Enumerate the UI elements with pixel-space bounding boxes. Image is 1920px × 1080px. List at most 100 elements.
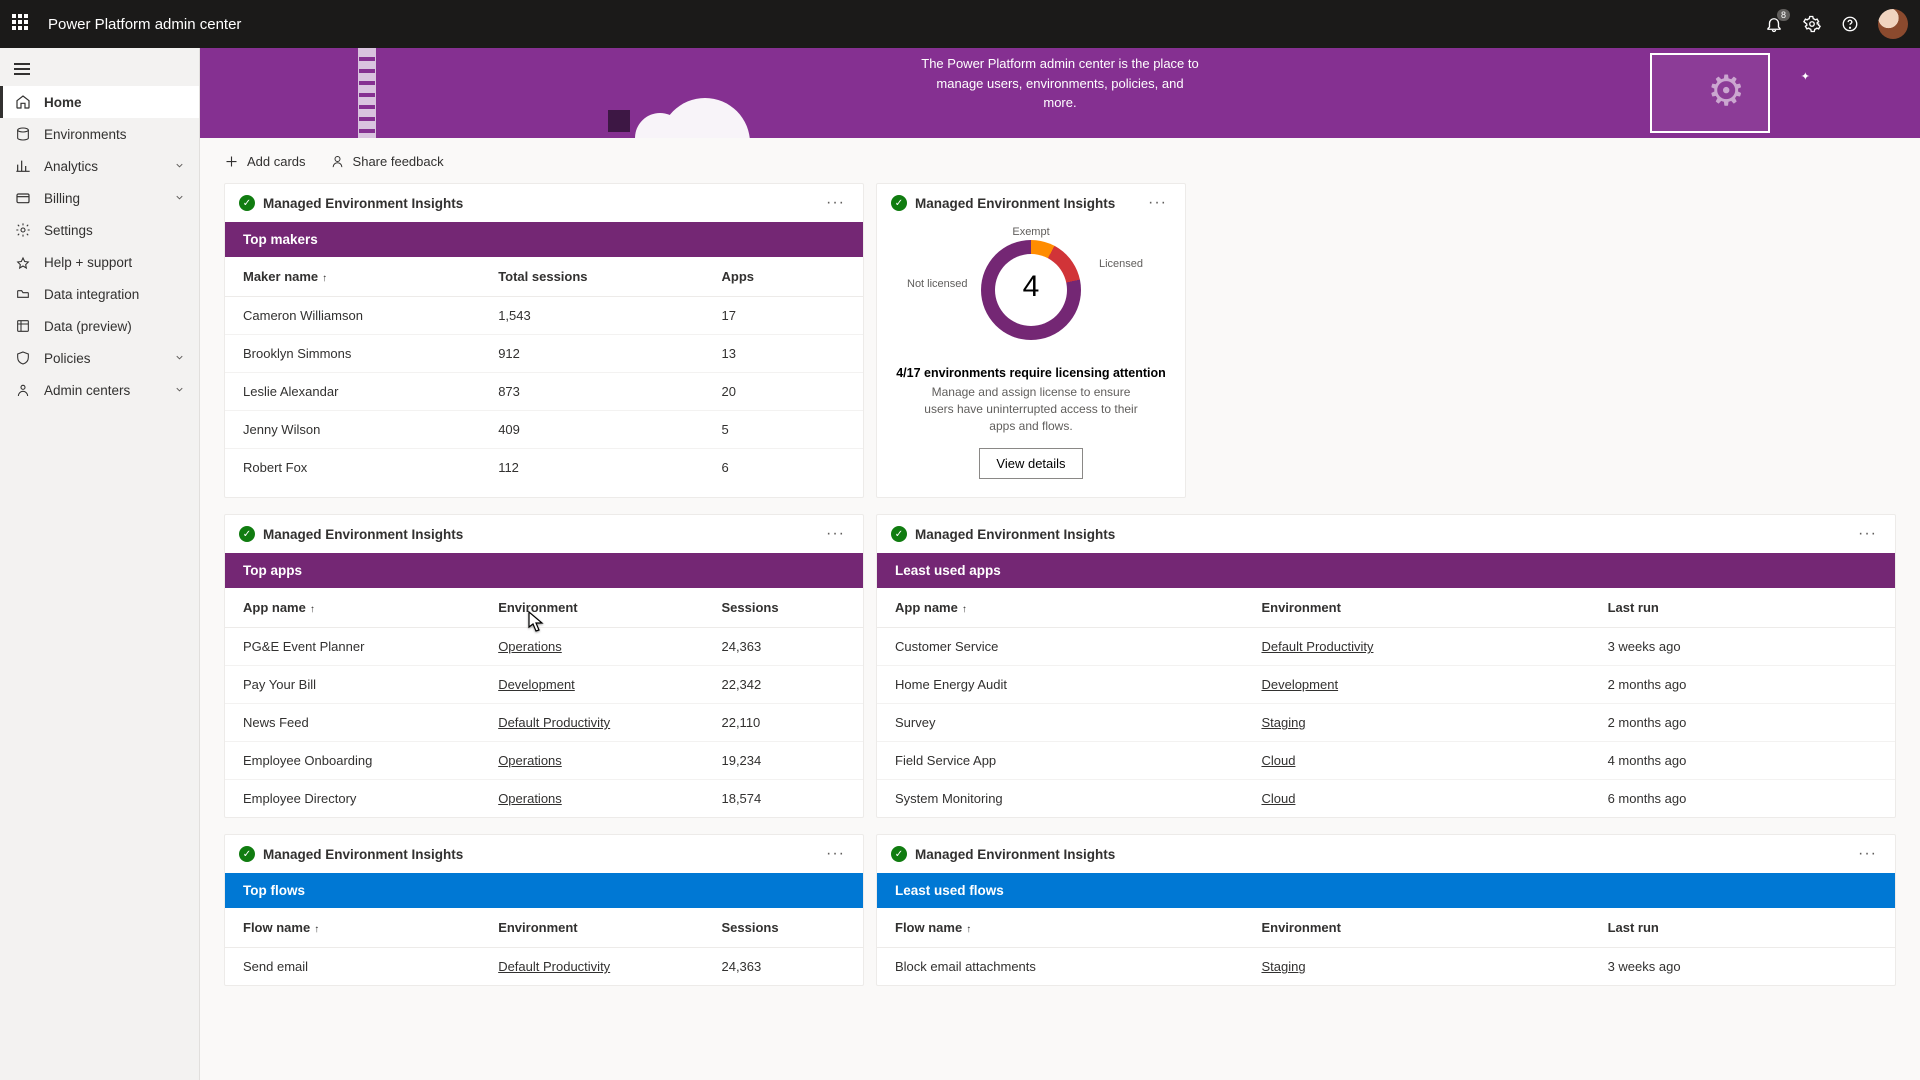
add-cards-button[interactable]: Add cards (224, 154, 306, 169)
share-feedback-button[interactable]: Share feedback (330, 154, 444, 169)
table-row[interactable]: PG&E Event PlannerOperations24,363 (225, 628, 863, 666)
help-icon[interactable] (1840, 14, 1860, 34)
card-more-icon[interactable]: ··· (1144, 194, 1171, 212)
donut-center-number: 4 (1023, 270, 1040, 304)
nav-admin-centers[interactable]: Admin centers (0, 374, 199, 406)
col-sessions[interactable]: Sessions (703, 588, 863, 628)
table-row[interactable]: Pay Your BillDevelopment22,342 (225, 666, 863, 704)
table-cell: Home Energy Audit (877, 666, 1243, 704)
label-licensed: Licensed (1099, 258, 1143, 270)
col-environment[interactable]: Environment (480, 908, 703, 948)
settings-icon[interactable] (1802, 14, 1822, 34)
table-cell: Robert Fox (225, 449, 480, 487)
env-link[interactable]: Development (1261, 677, 1338, 692)
col-app-name[interactable]: App name↑ (877, 588, 1243, 628)
table-cell: System Monitoring (877, 780, 1243, 818)
col-last-run[interactable]: Last run (1590, 908, 1895, 948)
env-link[interactable]: Default Productivity (498, 959, 610, 974)
col-last-run[interactable]: Last run (1590, 588, 1895, 628)
env-link[interactable]: Operations (498, 639, 562, 654)
table-row[interactable]: Employee OnboardingOperations19,234 (225, 742, 863, 780)
col-flow-name[interactable]: Flow name↑ (225, 908, 480, 948)
col-maker-name[interactable]: Maker name↑ (225, 257, 480, 297)
share-feedback-label: Share feedback (353, 154, 444, 169)
nav-environments[interactable]: Environments (0, 118, 199, 150)
table-row[interactable]: Send emailDefault Productivity24,363 (225, 948, 863, 986)
col-sessions[interactable]: Sessions (703, 908, 863, 948)
least-apps-body: Customer ServiceDefault Productivity3 we… (877, 628, 1895, 818)
chevron-down-icon (174, 159, 185, 174)
nav-billing[interactable]: Billing (0, 182, 199, 214)
env-link[interactable]: Staging (1261, 959, 1305, 974)
table-row[interactable]: Robert Fox1126 (225, 449, 863, 487)
app-title: Power Platform admin center (48, 16, 241, 33)
table-row[interactable]: Leslie Alexandar87320 (225, 373, 863, 411)
env-link[interactable]: Development (498, 677, 575, 692)
col-flow-name[interactable]: Flow name↑ (877, 908, 1243, 948)
env-link[interactable]: Cloud (1261, 791, 1295, 806)
table-row[interactable]: Jenny Wilson4095 (225, 411, 863, 449)
check-icon: ✓ (891, 526, 907, 542)
table-row[interactable]: Customer ServiceDefault Productivity3 we… (877, 628, 1895, 666)
label-not-licensed: Not licensed (907, 278, 968, 290)
view-details-button[interactable]: View details (979, 448, 1082, 479)
col-environment[interactable]: Environment (1243, 908, 1589, 948)
sidebar-toggle[interactable] (0, 52, 199, 86)
col-environment[interactable]: Environment (480, 588, 703, 628)
col-total-sessions[interactable]: Total sessions (480, 257, 703, 297)
env-link[interactable]: Staging (1261, 715, 1305, 730)
table-cell: Development (480, 666, 703, 704)
nav-label: Billing (44, 191, 80, 206)
top-flows-band: Top flows (225, 873, 863, 908)
col-app-name[interactable]: App name↑ (225, 588, 480, 628)
table-cell: Default Productivity (480, 704, 703, 742)
nav-settings[interactable]: Settings (0, 214, 199, 246)
nav-data-integration[interactable]: Data integration (0, 278, 199, 310)
table-cell: 20 (703, 373, 863, 411)
env-link[interactable]: Default Productivity (1261, 639, 1373, 654)
col-apps[interactable]: Apps (703, 257, 863, 297)
top-makers-table: Maker name↑ Total sessions Apps Cameron … (225, 257, 863, 486)
nav-label: Settings (44, 223, 93, 238)
table-cell: 112 (480, 449, 703, 487)
data-preview-icon (14, 318, 32, 334)
user-avatar[interactable] (1878, 9, 1908, 39)
card-more-icon[interactable]: ··· (1854, 525, 1881, 543)
table-cell: Cloud (1243, 780, 1589, 818)
card-more-icon[interactable]: ··· (1854, 845, 1881, 863)
notifications-icon[interactable]: 8 (1764, 14, 1784, 34)
table-row[interactable]: System MonitoringCloud6 months ago (877, 780, 1895, 818)
table-cell: Employee Onboarding (225, 742, 480, 780)
hero-banner: The Power Platform admin center is the p… (200, 48, 1920, 138)
nav-home[interactable]: Home (0, 86, 199, 118)
app-launcher-icon[interactable] (12, 14, 32, 34)
env-link[interactable]: Operations (498, 791, 562, 806)
col-environment[interactable]: Environment (1243, 588, 1589, 628)
table-row[interactable]: Cameron Williamson1,54317 (225, 297, 863, 335)
table-row[interactable]: Brooklyn Simmons91213 (225, 335, 863, 373)
table-row[interactable]: SurveyStaging2 months ago (877, 704, 1895, 742)
billing-icon (14, 190, 32, 206)
card-title: Managed Environment Insights (915, 527, 1846, 542)
table-row[interactable]: News FeedDefault Productivity22,110 (225, 704, 863, 742)
table-cell: Customer Service (877, 628, 1243, 666)
nav-help[interactable]: Help + support (0, 246, 199, 278)
nav-analytics[interactable]: Analytics (0, 150, 199, 182)
table-cell: Operations (480, 742, 703, 780)
top-makers-band: Top makers (225, 222, 863, 257)
table-row[interactable]: Block email attachmentsStaging3 weeks ag… (877, 948, 1895, 986)
env-link[interactable]: Default Productivity (498, 715, 610, 730)
nav-data-preview[interactable]: Data (preview) (0, 310, 199, 342)
check-icon: ✓ (891, 846, 907, 862)
env-link[interactable]: Cloud (1261, 753, 1295, 768)
table-row[interactable]: Field Service AppCloud4 months ago (877, 742, 1895, 780)
card-more-icon[interactable]: ··· (822, 194, 849, 212)
nav-label: Environments (44, 127, 127, 142)
table-row[interactable]: Employee DirectoryOperations18,574 (225, 780, 863, 818)
card-more-icon[interactable]: ··· (822, 525, 849, 543)
env-link[interactable]: Operations (498, 753, 562, 768)
table-row[interactable]: Home Energy AuditDevelopment2 months ago (877, 666, 1895, 704)
nav-policies[interactable]: Policies (0, 342, 199, 374)
least-flows-body: Block email attachmentsStaging3 weeks ag… (877, 948, 1895, 986)
card-more-icon[interactable]: ··· (822, 845, 849, 863)
